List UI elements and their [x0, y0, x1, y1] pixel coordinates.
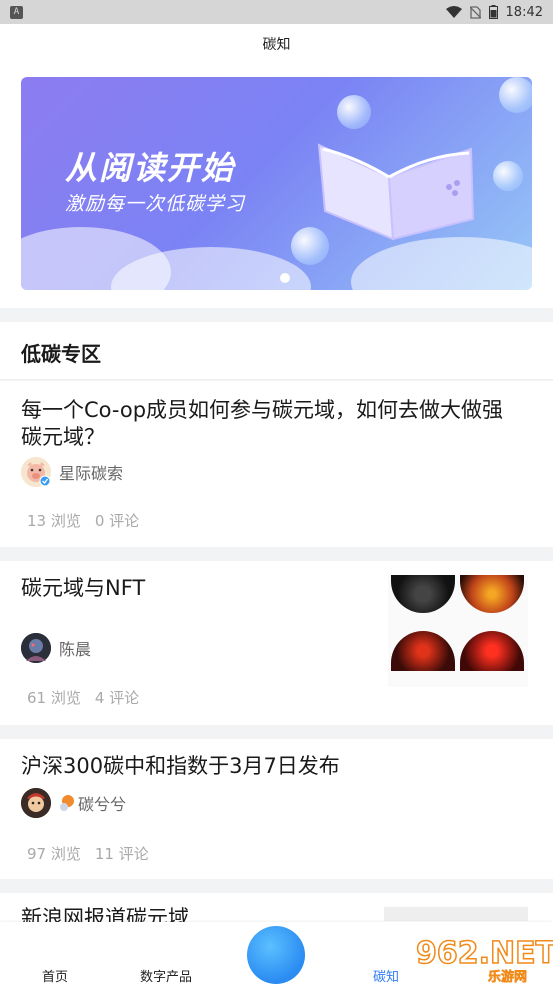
post-card[interactable]: 碳元域与NFT 陈晨 61 浏览 4 评论: [0, 561, 553, 725]
banner-subtitle: 激励每一次低碳学习: [65, 193, 246, 215]
section-header: 低碳专区: [0, 322, 553, 380]
clock: 18:42: [505, 4, 543, 20]
post-title: 沪深300碳中和指数于3月7日发布: [21, 754, 340, 778]
nft-image: [460, 575, 524, 613]
comment-count: 11 评论: [94, 845, 149, 863]
post-author[interactable]: 碳兮兮: [21, 788, 126, 818]
section-title: 低碳专区: [21, 342, 101, 366]
center-action-button[interactable]: [247, 926, 305, 984]
pig-avatar-icon: [21, 457, 51, 487]
badge-icon: [60, 795, 74, 811]
nft-image: [391, 575, 455, 613]
post-stats: 13 浏览 0 评论: [27, 510, 139, 531]
tab-digital-products[interactable]: 数字产品: [140, 966, 192, 985]
status-icons: 18:42: [445, 4, 543, 20]
character-avatar-icon: [21, 788, 51, 818]
view-count: 97 浏览: [27, 845, 81, 863]
avatar: [21, 457, 51, 487]
nft-image: [391, 631, 455, 671]
banner-headline: 从阅读开始: [65, 149, 236, 187]
post-card[interactable]: 每一个Co-op成员如何参与碳元域，如何去做大做强碳元域？ 星际碳索 13 浏览…: [0, 381, 553, 547]
banner-section: 从阅读开始 激励每一次低碳学习: [0, 64, 553, 308]
author-name: 碳兮兮: [78, 795, 127, 814]
post-thumbnail[interactable]: [388, 575, 528, 687]
portrait-avatar-icon: [21, 633, 51, 663]
status-bar: A 18:42: [0, 0, 553, 24]
bubble-decoration: [337, 95, 371, 129]
author-name: 陈晨: [59, 640, 92, 659]
bubble-decoration: [493, 161, 523, 191]
avatar: [21, 788, 51, 818]
battery-icon: [488, 5, 498, 19]
view-count: 61 浏览: [27, 689, 81, 707]
app-notification-icon: A: [10, 5, 23, 19]
tab-home[interactable]: 首页: [42, 966, 68, 985]
nft-image: [460, 631, 524, 671]
promo-banner[interactable]: 从阅读开始 激励每一次低碳学习: [21, 77, 532, 290]
open-book-icon: [317, 143, 475, 241]
avatar: [21, 633, 51, 663]
site-watermark: 962.NET 乐游网: [415, 935, 553, 986]
post-stats: 61 浏览 4 评论: [27, 687, 139, 708]
post-thumbnail[interactable]: [384, 907, 528, 921]
app-header: 碳知: [0, 24, 553, 64]
comment-count: 4 评论: [94, 689, 140, 707]
post-author[interactable]: 陈晨: [21, 633, 91, 663]
post-author[interactable]: 星际碳索: [21, 457, 123, 487]
wifi-icon: [445, 6, 462, 18]
bubble-decoration: [499, 77, 532, 113]
watermark-text: 乐游网: [488, 970, 528, 986]
no-sim-icon: [469, 5, 481, 19]
post-title: 每一个Co-op成员如何参与碳元域，如何去做大做强碳元域？: [21, 398, 504, 449]
post-card[interactable]: 沪深300碳中和指数于3月7日发布 碳兮兮 97 浏览 11 评论: [0, 739, 553, 879]
page-title: 碳知: [262, 37, 291, 53]
carousel-indicator[interactable]: [280, 273, 290, 283]
comment-count: 0 评论: [94, 512, 140, 530]
watermark-logo: 962.NET: [415, 935, 553, 972]
author-name: 星际碳索: [59, 464, 124, 483]
tab-carbon-knowledge[interactable]: 碳知: [373, 966, 399, 985]
view-count: 13 浏览: [27, 512, 81, 530]
post-title: 碳元域与NFT: [21, 576, 146, 600]
post-stats: 97 浏览 11 评论: [27, 843, 149, 864]
